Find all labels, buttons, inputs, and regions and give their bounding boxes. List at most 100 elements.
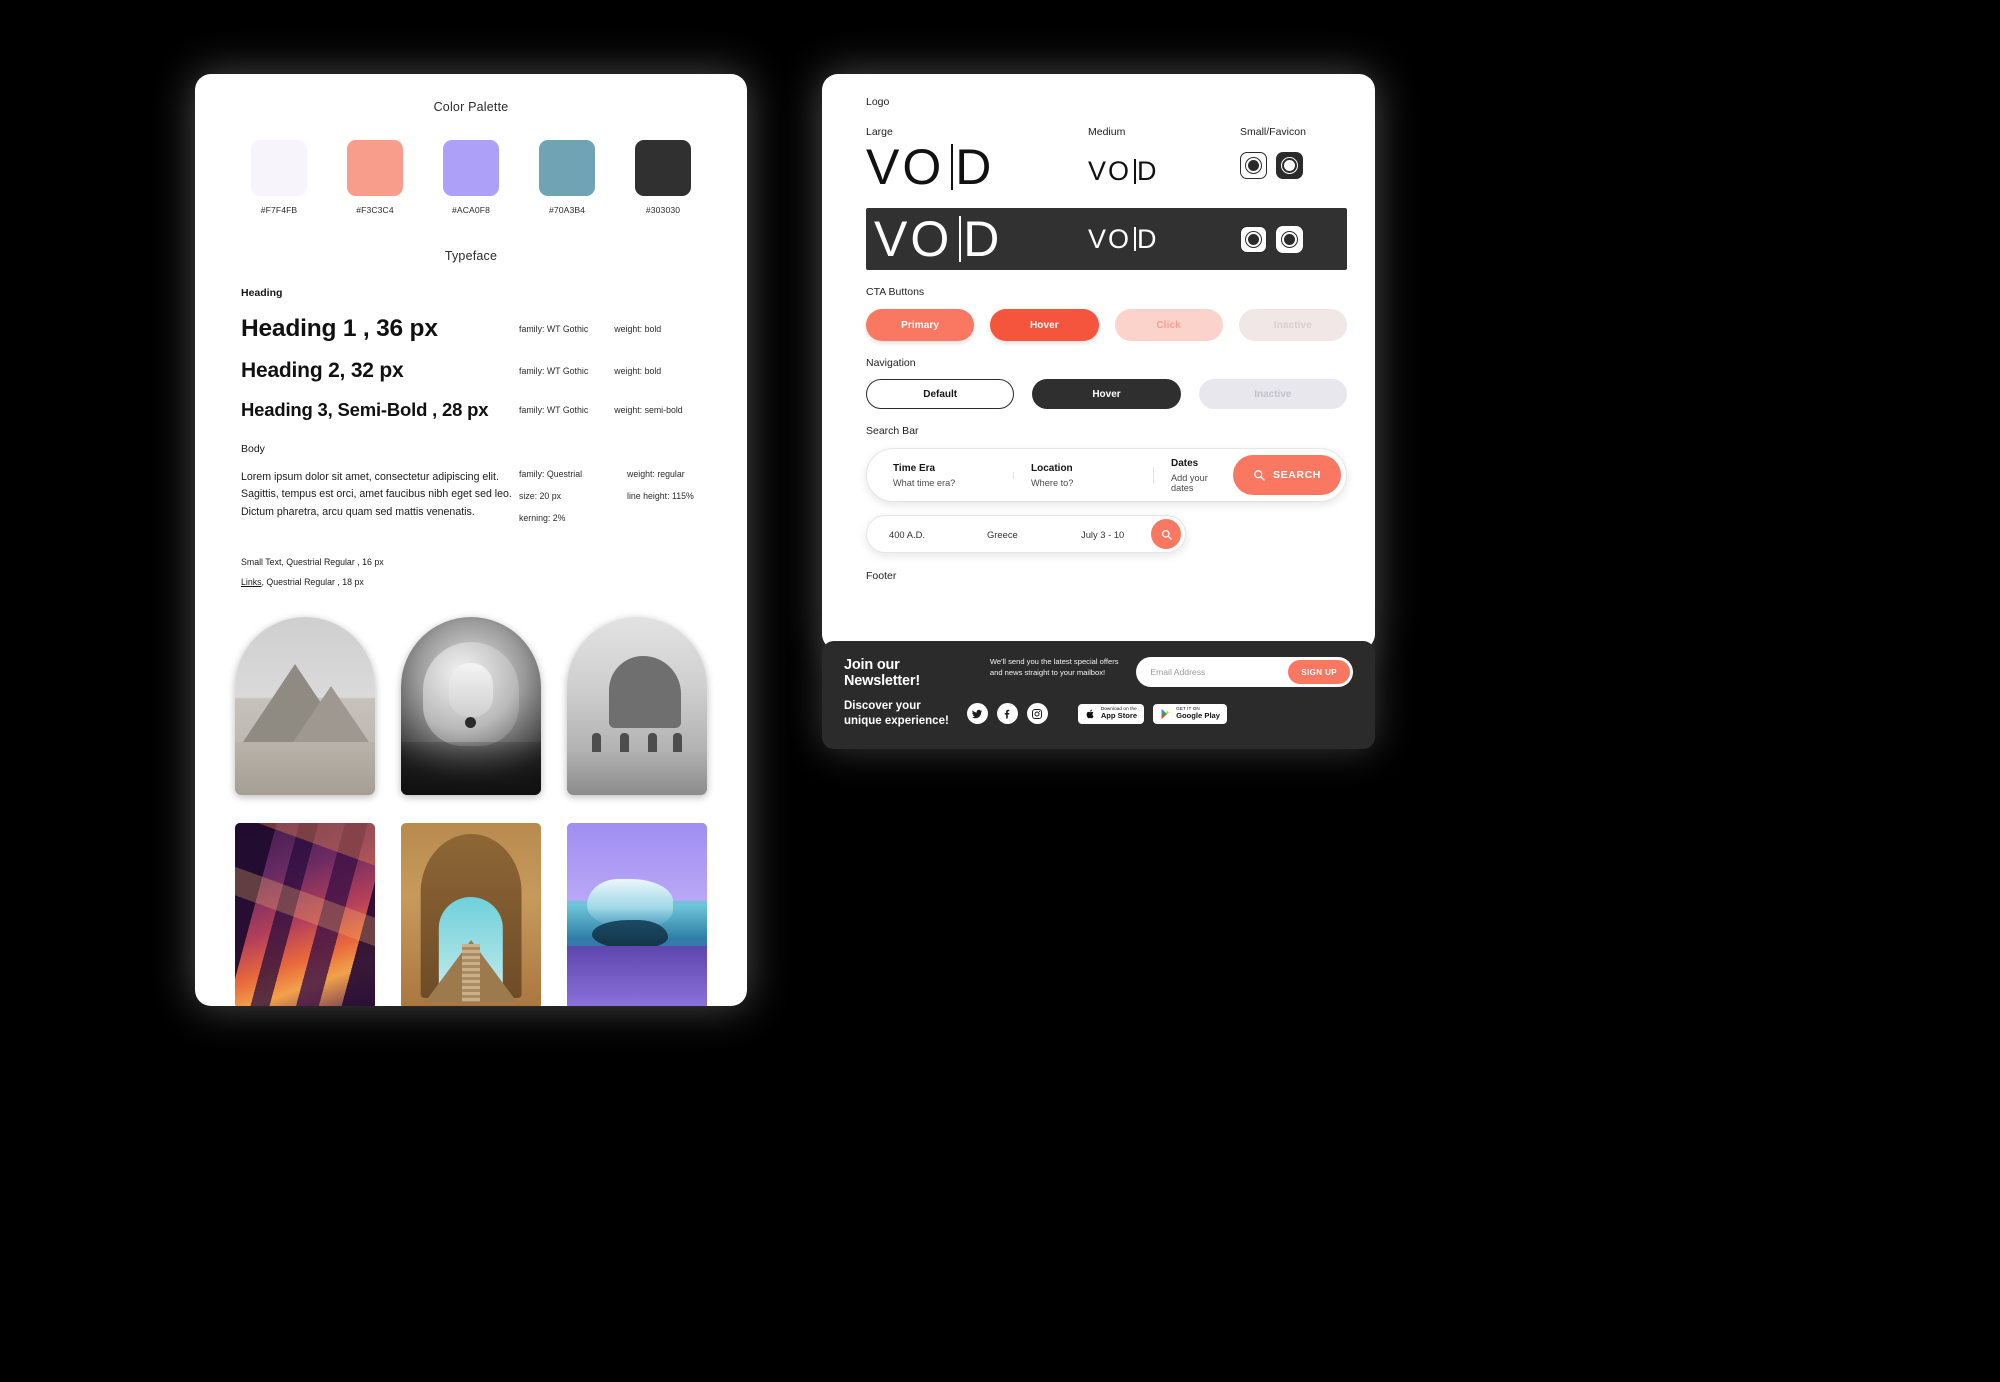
heading-3-spec: family: WT Gothic weight: semi-bold [519, 405, 683, 415]
favicon-white [1276, 225, 1303, 253]
email-input[interactable]: Email Address SIGN UP [1136, 657, 1353, 687]
logo-wordmark-medium-inverted: VOD [1088, 223, 1159, 254]
search-icon [1161, 529, 1172, 540]
logo-large-group: Large VOD [866, 126, 1088, 192]
app-store-badge[interactable]: Download on the App Store [1077, 703, 1145, 724]
logo-bar [958, 216, 962, 262]
search-bar-small[interactable]: 400 A.D. Greece July 3 - 10 [866, 515, 1186, 553]
footer-top-row: Join our Newsletter! We'll send you the … [844, 657, 1353, 689]
social-links [966, 703, 1048, 725]
instagram-icon [1032, 708, 1043, 719]
cta-click-button[interactable]: Click [1114, 309, 1223, 341]
cta-primary-button[interactable]: Primary [866, 309, 975, 341]
color-swatch [443, 140, 499, 196]
body-size: size: 20 px [519, 491, 562, 501]
foreground-layer [567, 945, 707, 1006]
favicon-dot [1248, 233, 1259, 245]
body-group-label: Body [241, 443, 265, 455]
search-submit-button[interactable]: SEARCH [1233, 455, 1341, 495]
iceberg-photo [567, 823, 707, 1006]
nav-hover-button[interactable]: Hover [1032, 379, 1181, 409]
body-spec-line: family: Questrial weight: regular [519, 469, 694, 479]
apple-icon [1086, 709, 1094, 719]
navigation-button-row: Default Hover Inactive [866, 379, 1347, 409]
body-spec-line: size: 20 px line height: 115% [519, 491, 694, 501]
search-button-label: SEARCH [1273, 469, 1321, 481]
logo-medium-group: Medium VOD [1088, 126, 1240, 185]
search-submit-icon-button[interactable] [1151, 519, 1181, 549]
newsletter-headline: Join our Newsletter! [844, 657, 920, 689]
search-field-dates[interactable]: Dates Add your dates [1153, 458, 1233, 493]
color-swatch [347, 140, 403, 196]
body-shadow [401, 741, 541, 795]
footer-tagline-line1: Discover your [844, 700, 921, 712]
typeface-title: Typeface [444, 249, 498, 263]
heading-1-spec: family: WT Gothic weight: bold [519, 324, 661, 334]
favicon-row [1240, 152, 1347, 179]
heading-spec-row: Heading 1 , 36 px family: WT Gothic weig… [241, 315, 701, 343]
logo-letter-v: V [874, 211, 911, 267]
logo-large-caption: Large [866, 126, 893, 138]
links-text-sample: Links, Questrial Regular , 18 px [241, 577, 701, 587]
twitter-icon [972, 709, 983, 718]
favicon-ring [1281, 157, 1298, 174]
rock-shape [609, 656, 681, 729]
search-field-location[interactable]: Location Where to? [1013, 463, 1153, 488]
logo-letter-d: D [1136, 156, 1159, 186]
color-hex-label: #F3C3C4 [356, 205, 394, 215]
favicon-row-inverted [1240, 225, 1347, 253]
links-underlined-word[interactable]: Links [241, 577, 262, 587]
logo-small-caption: Small/Favicon [1240, 126, 1306, 138]
color-swatch [635, 140, 691, 196]
logo-bar [1134, 159, 1136, 184]
sand-layer [235, 741, 375, 795]
google-play-badge[interactable]: GET IT ON Google Play [1153, 703, 1227, 724]
search-field-placeholder: Where to? [1031, 477, 1074, 488]
heading-2-spec: family: WT Gothic weight: bold [519, 366, 661, 376]
favicon-dark [1276, 152, 1303, 179]
favicon-light [1240, 152, 1267, 179]
search-field-title: Location [1031, 462, 1073, 474]
logo-section-label: Logo [866, 96, 890, 108]
logo-letter-o: O [910, 214, 962, 264]
search-field-placeholder: What time era? [893, 477, 956, 488]
body-sample-paragraph: Lorem ipsum dolor sit amet, consectetur … [241, 471, 512, 518]
heading-3-weight: weight: semi-bold [614, 405, 683, 415]
canyon-highlights [235, 823, 375, 1006]
nav-default-button[interactable]: Default [866, 379, 1015, 409]
heading-2-weight: weight: bold [614, 366, 662, 376]
app-store-text: Download on the App Store [1101, 707, 1137, 720]
google-play-big-text: Google Play [1176, 711, 1220, 721]
logo-wordmark-large-inverted: VOD [874, 214, 1002, 264]
search-field-time-era[interactable]: Time Era What time era? [867, 463, 1013, 488]
search-bar-large[interactable]: Time Era What time era? Location Where t… [866, 448, 1347, 502]
logo-medium-caption: Medium [1088, 126, 1126, 138]
logo-letter-d: D [963, 211, 1003, 267]
cta-hover-button[interactable]: Hover [990, 309, 1099, 341]
search-value-time-era[interactable]: 400 A.D. [867, 529, 973, 540]
instagram-link[interactable] [1026, 703, 1048, 725]
image-grid [195, 617, 747, 1006]
facebook-link[interactable] [996, 703, 1018, 725]
logo-letter-d: D [1136, 223, 1159, 254]
search-value-dates[interactable]: July 3 - 10 [1067, 529, 1151, 540]
signup-button[interactable]: SIGN UP [1288, 660, 1350, 684]
favicon-dot [1284, 160, 1295, 171]
favicon-light [1240, 225, 1267, 253]
footer-section-label: Footer [866, 570, 897, 582]
color-hex-label: #F7F4FB [260, 205, 298, 215]
logo-section: Logo Large VOD Medium VOD Small/Favicon [822, 74, 1375, 192]
small-text-sample: Small Text, Questrial Regular , 16 px [241, 557, 384, 567]
logo-dark-favicon-cell [1240, 225, 1347, 253]
heading-3-sample: Heading 3, Semi-Bold , 28 px [241, 399, 489, 420]
heading-group-label: Heading [241, 287, 283, 299]
body-spec-row: Lorem ipsum dolor sit amet, consectetur … [241, 469, 701, 535]
logo-bar [950, 144, 954, 190]
components-panel-right: Logo Large VOD Medium VOD Small/Favicon [822, 74, 1375, 650]
search-field-placeholder: Add your dates [1171, 472, 1208, 493]
logo-letter-o: O [1108, 225, 1136, 253]
search-value-location[interactable]: Greece [973, 529, 1067, 540]
twitter-link[interactable] [966, 703, 988, 725]
body-weight: weight: regular [627, 469, 685, 479]
favicon-dot [1284, 233, 1295, 245]
